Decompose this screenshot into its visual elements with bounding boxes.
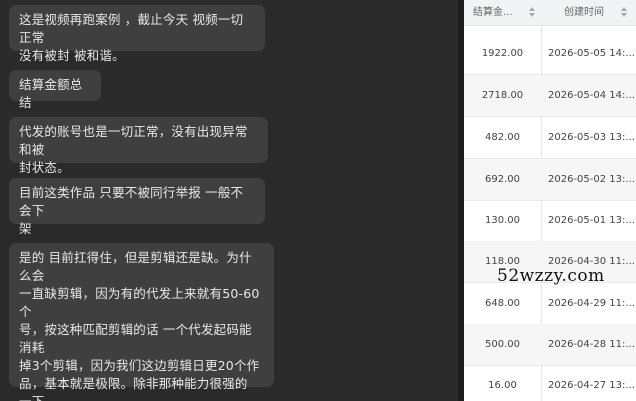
table-header: 结算金... 创建时间 [464, 0, 636, 26]
sort-icon[interactable] [528, 5, 536, 19]
column-header-amount-label: 结算金... [473, 7, 513, 18]
chat-message: 结算金额总结 [9, 70, 101, 110]
table-row[interactable]: 500.00 2026-04-28 11:... [464, 324, 636, 366]
amount-cell: 2718.00 [481, 90, 524, 101]
time-cell: 2026-05-02 13:... [548, 174, 635, 185]
table-row[interactable]: 648.00 2026-04-29 11:... [464, 283, 636, 325]
chat-message: 目前这类作品 只要不被同行举报 一般不会下 架 [9, 178, 265, 236]
time-cell: 2026-05-03 13:... [548, 132, 635, 143]
column-header-time-label: 创建时间 [564, 7, 604, 18]
table-row[interactable]: 130.00 2026-05-01 13:... [464, 200, 636, 242]
chat-message: 是的 目前扛得住，但是剪辑还是缺。为什么会 一直缺剪辑，因为有的代发上来就有50… [9, 243, 274, 401]
time-cell: 2026-04-28 11:... [548, 339, 635, 350]
column-header-time[interactable]: 创建时间 [564, 0, 636, 25]
table-row[interactable]: 482.00 2026-05-03 13:... [464, 117, 636, 159]
chat-panel: 这是视频再跑案例 ，截止今天 视频一切正常 没有被封 被和谐。 结算金额总结 代… [0, 0, 458, 401]
amount-cell: 500.00 [485, 339, 520, 350]
table-row[interactable]: 692.00 2026-05-02 13:... [464, 159, 636, 201]
amount-cell: 648.00 [485, 298, 520, 309]
amount-cell: 482.00 [485, 132, 520, 143]
amount-cell: 1922.00 [481, 48, 524, 59]
time-cell: 2026-05-04 14:... [548, 90, 635, 101]
column-header-amount[interactable]: 结算金... [473, 0, 543, 25]
time-cell: 2026-04-27 13:... [548, 380, 635, 391]
sort-icon[interactable] [620, 5, 628, 19]
time-cell: 2026-05-01 13:... [548, 215, 635, 226]
amount-cell: 130.00 [485, 215, 520, 226]
screenshot-root: 这是视频再跑案例 ，截止今天 视频一切正常 没有被封 被和谐。 结算金额总结 代… [0, 0, 636, 401]
chat-message: 这是视频再跑案例 ，截止今天 视频一切正常 没有被封 被和谐。 [9, 5, 265, 63]
time-cell: 2026-05-05 14:... [548, 48, 635, 59]
time-cell: 2026-04-29 11:... [548, 298, 635, 309]
table-row[interactable]: 2718.00 2026-05-04 14:... [464, 75, 636, 117]
amount-cell: 692.00 [485, 174, 520, 185]
amount-cell: 16.00 [488, 380, 517, 391]
table-row[interactable]: 16.00 2026-04-27 13:... [464, 365, 636, 401]
settlement-table[interactable]: 结算金... 创建时间 1922.00 2026-05-05 14:... 27… [464, 0, 636, 401]
watermark: 52wzzy.com [497, 266, 605, 286]
table-row[interactable]: 1922.00 2026-05-05 14:... [464, 33, 636, 75]
chat-message: 代发的账号也是一切正常，没有出现异常和被 封状态。 [9, 117, 268, 175]
